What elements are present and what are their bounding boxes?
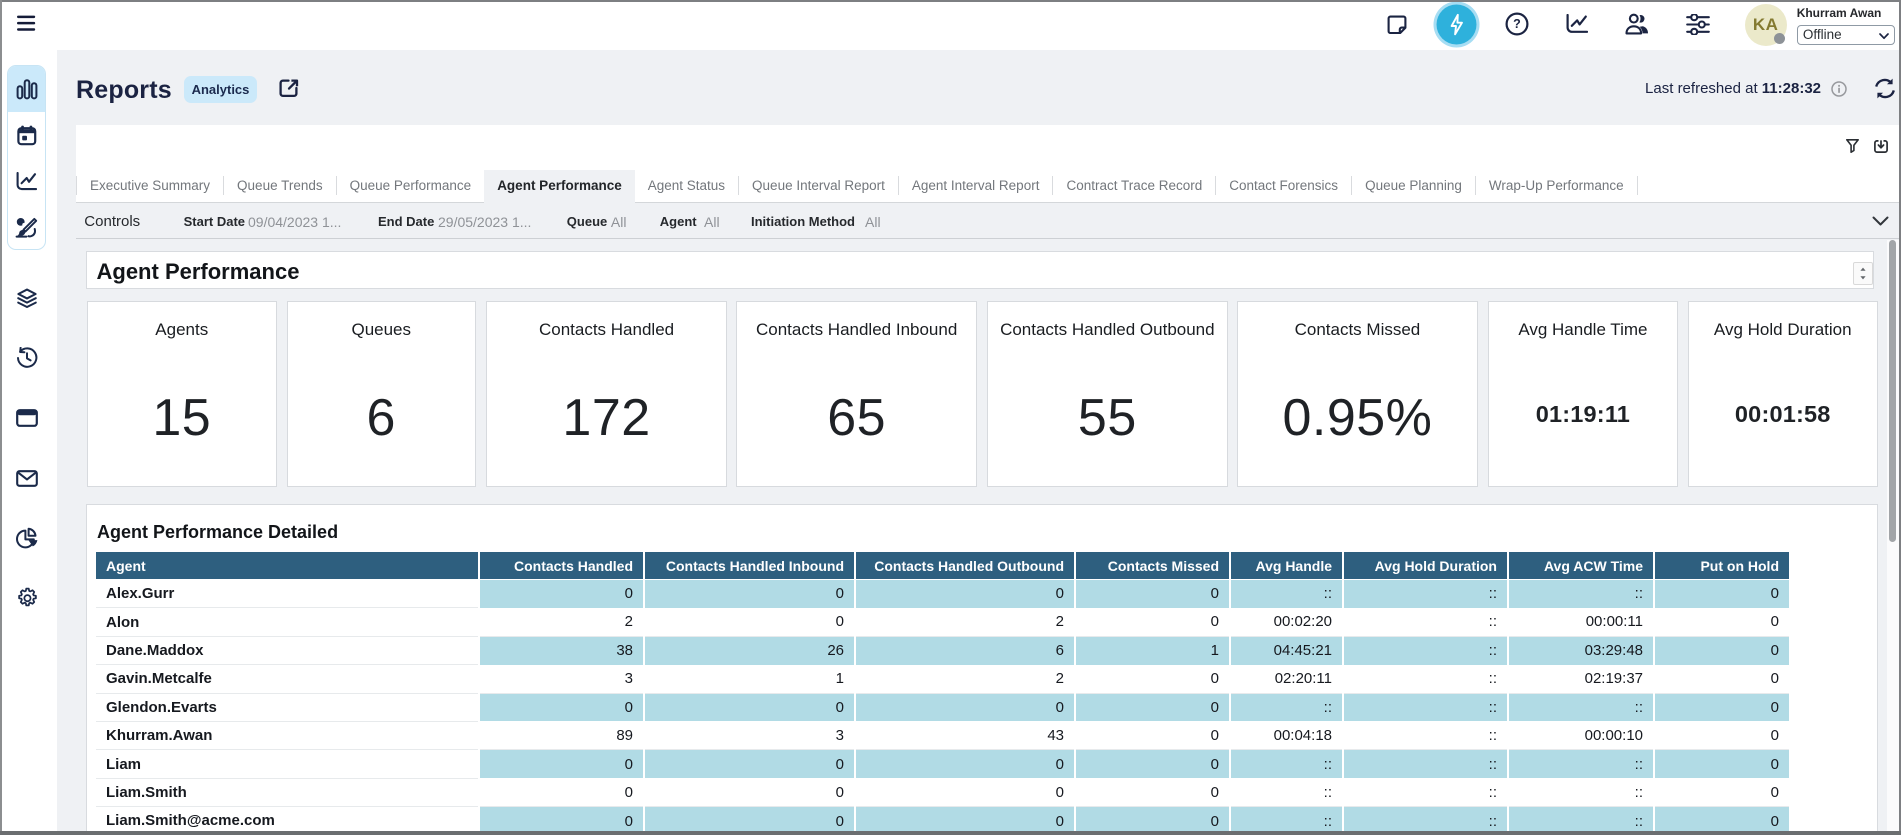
svg-text:?: ? <box>1513 17 1521 31</box>
